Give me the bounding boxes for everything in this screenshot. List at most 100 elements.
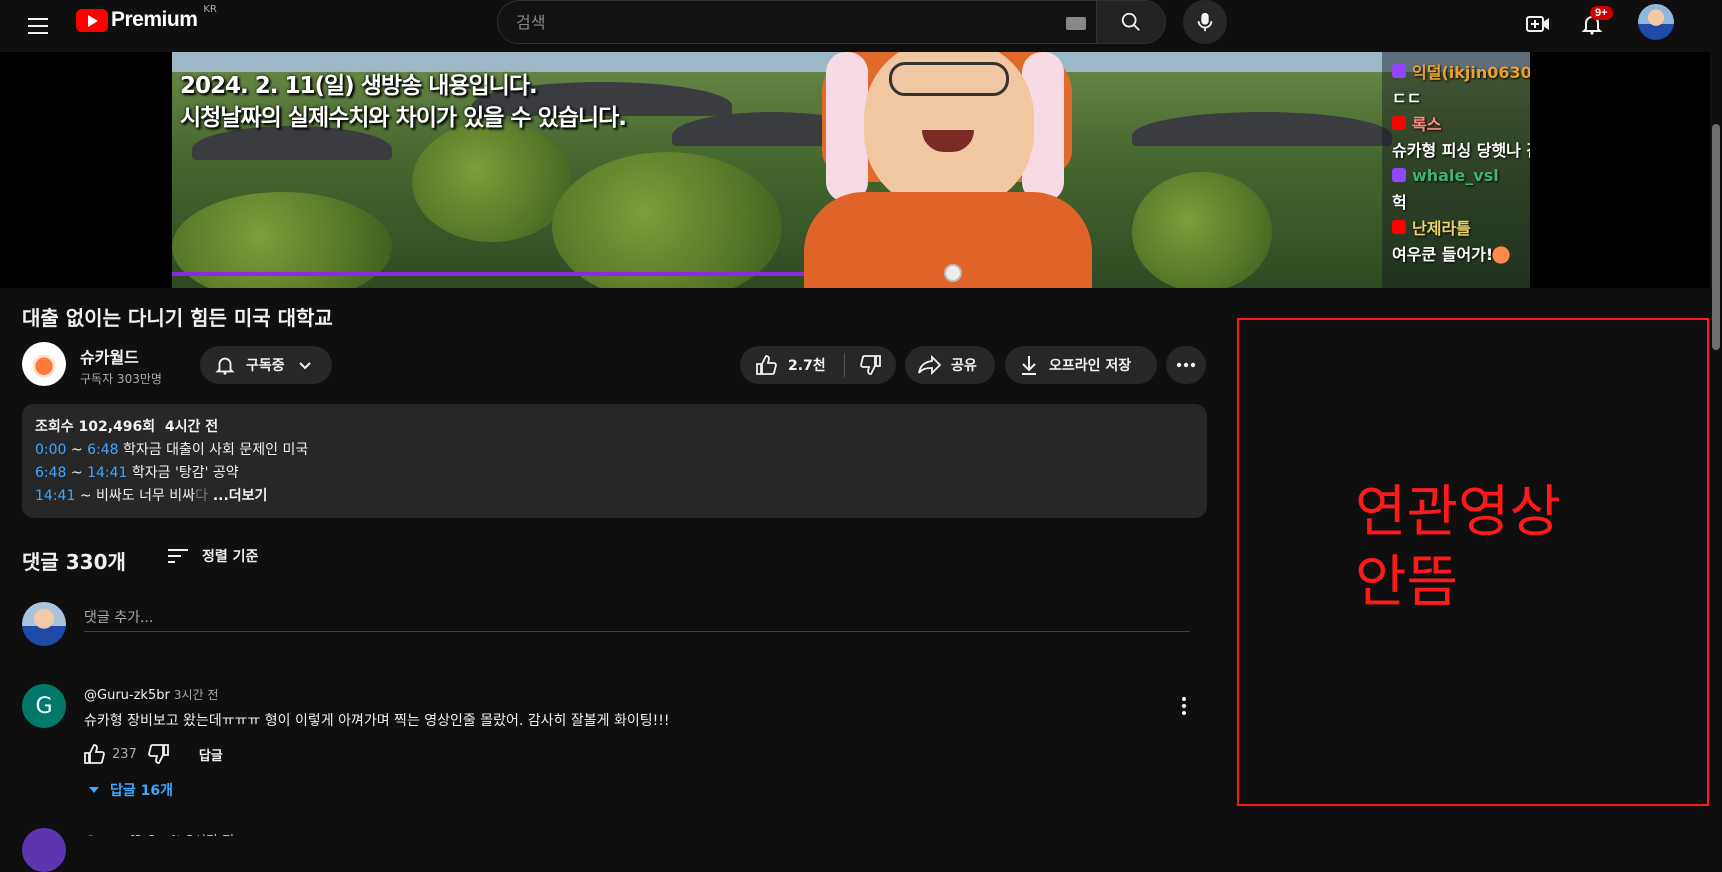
subscribed-button[interactable]: 구독중 (200, 346, 332, 384)
notifications-button[interactable]: 9+ (1574, 6, 1613, 42)
chapter-separator: ~ (66, 465, 88, 481)
channel-name[interactable]: 슈카월드 (80, 344, 139, 368)
scrollbar-thumb[interactable] (1712, 124, 1720, 350)
comment-author[interactable]: @Guru-zk5br (84, 688, 170, 703)
caret-down-icon (89, 787, 99, 793)
tree-illustration (1132, 172, 1272, 288)
add-comment-input[interactable] (84, 604, 1190, 632)
chapter-line: 0:00 ~ 6:48 학자금 대출이 사회 문제인 미국 (35, 439, 1194, 462)
share-arrow-icon (918, 354, 942, 376)
comment-text: 슈카형 장비보고 왔는데ㅠㅠㅠ 형이 이렇게 아껴가며 찍는 영상인줄 몰랐어.… (84, 713, 670, 729)
description-meta: 조회수 102,496회 4시간 전 (35, 416, 1194, 439)
search-button[interactable] (1096, 0, 1166, 44)
thumbs-up-icon[interactable] (754, 353, 778, 377)
replies-label: 답글 16개 (110, 783, 173, 799)
subscribed-label: 구독중 (246, 358, 285, 374)
timestamp-link[interactable]: 14:41 (87, 465, 127, 481)
microphone-icon (1197, 12, 1213, 32)
glasses (889, 62, 1009, 96)
overlay-caption-line1: 2024. 2. 11(일) 생방송 내용입니다. (180, 73, 538, 99)
page-scrollbar[interactable] (1710, 52, 1722, 836)
subscriber-count: 구독자 303만명 (80, 372, 162, 386)
hamburger-menu-icon[interactable] (22, 10, 54, 42)
share-label: 공유 (951, 358, 977, 374)
youtube-icon (1392, 116, 1406, 130)
reply-button[interactable]: 답글 (199, 745, 223, 764)
comment-time[interactable]: 3시간 전 (174, 688, 219, 702)
timestamp-link[interactable]: 14:41 (35, 488, 75, 504)
search-box (497, 0, 1097, 44)
video-player[interactable]: 2024. 2. 11(일) 생방송 내용입니다. 시청날짜의 실제수치와 차이… (172, 52, 1530, 288)
chat-author-name: 난제라틀 (1412, 219, 1471, 238)
hood-ear (826, 52, 868, 202)
notification-count-badge: 9+ (1590, 6, 1613, 20)
channel-avatar[interactable] (22, 342, 66, 386)
share-button[interactable]: 공유 (905, 346, 995, 384)
chat-author-name: whale_vsl (1412, 165, 1499, 185)
related-missing-annotation: 연관영상 안뜸 (1355, 478, 1561, 618)
chapter-line: 14:41 ~ 비싸도 너무 비싸다 ...더보기 (35, 485, 1194, 508)
thumbs-up-icon[interactable] (82, 742, 106, 766)
comment-more-menu-icon[interactable] (1174, 694, 1194, 718)
sort-label: 정렬 기준 (202, 549, 259, 565)
like-dislike-group: 2.7천 (740, 346, 896, 384)
chat-author-line: 익덜(ikjin0630) (1392, 58, 1530, 84)
more-actions-button[interactable] (1166, 346, 1206, 384)
overlay-caption-line2: 시청날짜의 실제수치와 차이가 있을 수 있습니다. (180, 105, 627, 131)
search-input[interactable] (516, 12, 1036, 32)
chapter-text: 학자금 대출이 사회 문제인 미국 (118, 442, 309, 458)
masthead: Premium KR 9+ (0, 0, 1722, 52)
chapter-text: ~ 비싸도 너무 비싸 (75, 488, 196, 504)
keyboard-icon[interactable] (1066, 17, 1086, 30)
chat-message: 헉 (1392, 193, 1407, 212)
timestamp-link[interactable]: 0:00 (35, 442, 66, 458)
my-avatar (22, 602, 66, 646)
streamer-figure (804, 52, 1092, 288)
twitch-icon (1392, 64, 1406, 78)
voice-search-button[interactable] (1183, 0, 1227, 44)
like-count[interactable]: 2.7천 (788, 355, 826, 375)
cardigan-button (944, 264, 962, 282)
video-progress-bar[interactable] (172, 272, 804, 276)
chat-author-line: 록스 (1392, 110, 1530, 136)
chat-author-line: whale_vsl (1392, 162, 1530, 188)
upload-time: 4시간 전 (164, 419, 219, 435)
related-videos-placeholder: 연관영상 안뜸 (1237, 318, 1709, 806)
search-icon (1121, 12, 1140, 31)
logo-text: Premium (111, 8, 198, 31)
commenter-avatar[interactable] (22, 828, 66, 872)
video-title: 대출 없이는 다니기 힘든 미국 대학교 (22, 306, 333, 330)
shrimp-mascot-icon (1486, 240, 1516, 270)
show-more-link[interactable]: ...더보기 (208, 488, 268, 504)
comment-like-count: 237 (112, 746, 137, 762)
comment-actions: 237 답글 (82, 742, 223, 766)
comment-count: 댓글 330개 (22, 550, 126, 574)
thumbs-down-icon[interactable] (859, 353, 883, 377)
video-overlay-caption: 2024. 2. 11(일) 생방송 내용입니다. 시청날짜의 실제수치와 차이… (180, 70, 627, 134)
sort-comments-button[interactable]: 정렬 기준 (166, 546, 258, 566)
video-player-area: 2024. 2. 11(일) 생방송 내용입니다. 시청날짜의 실제수치와 차이… (0, 52, 1710, 288)
download-label: 오프라인 저장 (1049, 358, 1132, 374)
logo-region: KR (203, 4, 217, 15)
download-button[interactable]: 오프라인 저장 (1005, 346, 1157, 384)
commenter-avatar[interactable]: G (22, 684, 66, 728)
timestamp-link[interactable]: 6:48 (35, 465, 66, 481)
description-box[interactable]: 조회수 102,496회 4시간 전 0:00 ~ 6:48 학자금 대출이 사… (22, 404, 1207, 518)
timestamp-link[interactable]: 6:48 (87, 442, 118, 458)
thumbs-down-icon[interactable] (147, 742, 171, 766)
download-icon (1022, 356, 1036, 375)
annotation-line1: 연관영상 (1355, 480, 1562, 545)
chevron-down-icon (298, 362, 311, 370)
create-button[interactable] (1520, 6, 1556, 42)
chapter-separator: ~ (66, 442, 88, 458)
more-horizontal-icon (1176, 362, 1196, 368)
youtube-premium-logo[interactable]: Premium KR (76, 4, 217, 32)
account-avatar[interactable] (1638, 4, 1674, 40)
twitch-icon (1392, 168, 1406, 182)
chapter-text-fade: 다 (195, 488, 208, 504)
chat-author-line: 난제라틀 (1392, 214, 1530, 240)
view-replies-button[interactable]: 답글 16개 (88, 780, 173, 800)
annotation-line2: 안뜸 (1355, 550, 1459, 615)
sort-icon (168, 549, 188, 563)
bell-icon (215, 357, 235, 375)
